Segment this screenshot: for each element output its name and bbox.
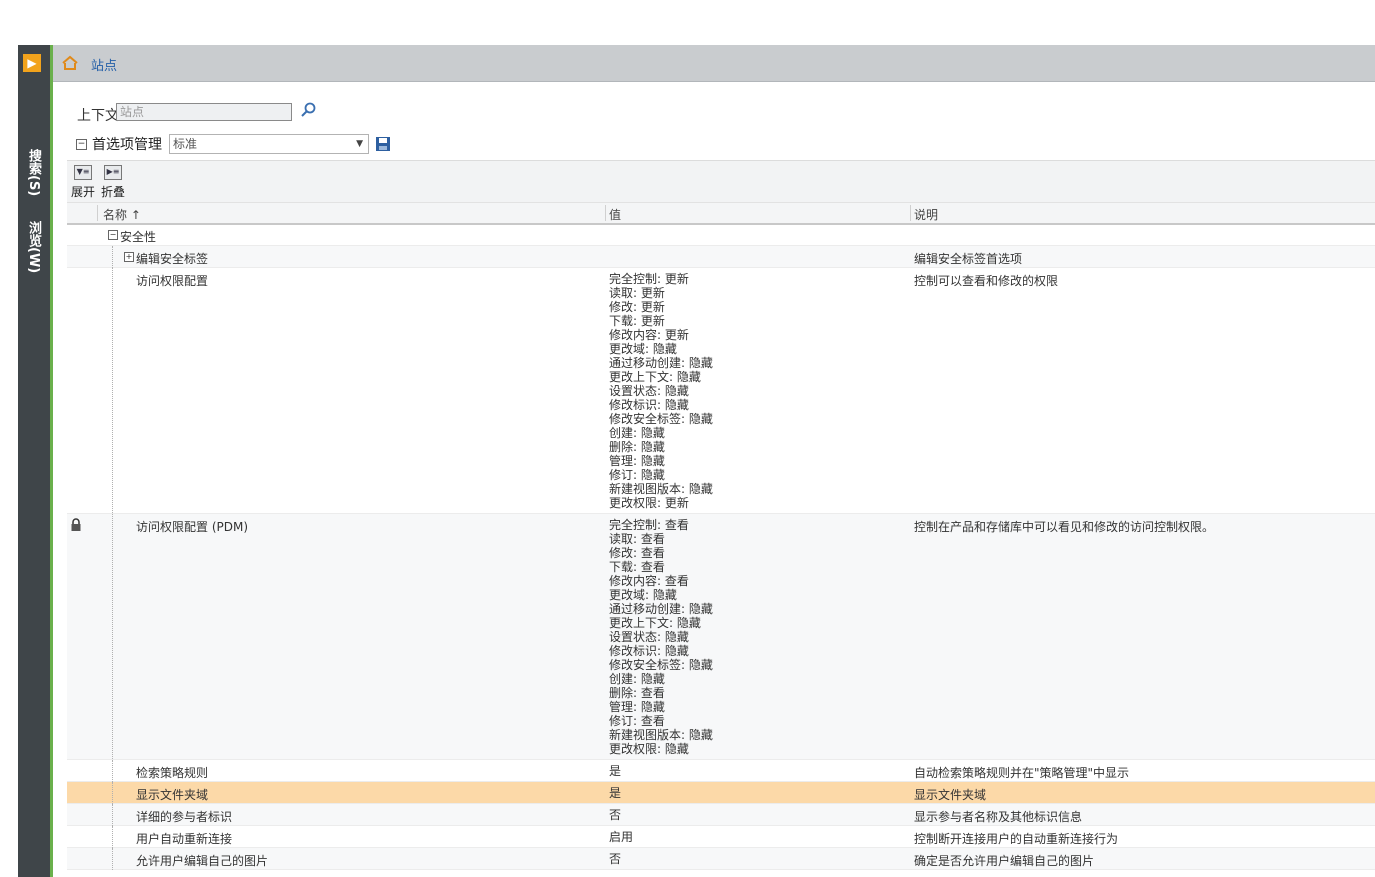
- table-row[interactable]: 详细的参与者标识 否 显示参与者名称及其他标识信息: [67, 804, 1375, 826]
- tree-guide: [112, 782, 114, 804]
- row-description: 自动检索策略规则并在"策略管理"中显示: [914, 766, 1130, 780]
- column-separator: [97, 205, 98, 221]
- preference-tree-grid: − 安全性 + 编辑安全标签 编辑安全标签首选项 访问权限配置 完全控制: 更新…: [67, 224, 1375, 877]
- preference-title: 首选项管理: [92, 137, 162, 153]
- table-row-selected[interactable]: 显示文件夹域 是 显示文件夹域: [67, 782, 1375, 804]
- collapse-button[interactable]: ▶≡ 折叠: [101, 165, 125, 200]
- table-row[interactable]: − 安全性: [67, 224, 1375, 246]
- row-value: 否: [609, 808, 622, 822]
- chevron-down-icon: ▼: [356, 139, 363, 149]
- expand-label: 展开: [71, 185, 96, 199]
- nav-tab-search[interactable]: 搜索(S): [21, 135, 43, 211]
- breadcrumb-site[interactable]: 站点: [91, 55, 117, 74]
- save-icon[interactable]: [375, 136, 391, 152]
- row-description: 控制可以查看和修改的权限: [914, 274, 1059, 288]
- preference-view-value: 标准: [173, 137, 198, 151]
- context-label: 上下文: [77, 108, 119, 124]
- column-header-name[interactable]: 名称 ↑: [103, 206, 141, 223]
- row-value: 是: [609, 764, 622, 778]
- row-name: 编辑安全标签: [136, 252, 209, 266]
- row-value: 是: [609, 786, 622, 800]
- tree-guide: [112, 246, 114, 268]
- row-value: 完全控制: 查看 读取: 查看 修改: 查看 下载: 查看 修改内容: 查看 更…: [609, 518, 713, 756]
- row-value: 完全控制: 更新 读取: 更新 修改: 更新 下载: 更新 修改内容: 更新 更…: [609, 272, 713, 510]
- row-name: 检索策略规则: [136, 766, 209, 780]
- tree-collapse-icon[interactable]: −: [76, 139, 87, 150]
- grid-toolbar: ▼≡ 展开 ▶≡ 折叠: [67, 160, 1375, 203]
- table-row[interactable]: 访问权限配置 完全控制: 更新 读取: 更新 修改: 更新 下载: 更新 修改内…: [67, 268, 1375, 514]
- column-header-value[interactable]: 值: [609, 206, 621, 223]
- column-header-description[interactable]: 说明: [914, 206, 938, 223]
- row-description: 确定是否允许用户编辑自己的图片: [914, 854, 1095, 868]
- column-separator[interactable]: [910, 205, 911, 221]
- search-icon[interactable]: [300, 101, 318, 119]
- column-separator[interactable]: [605, 205, 606, 221]
- tree-guide: [112, 848, 114, 870]
- tree-collapse-icon[interactable]: −: [108, 230, 118, 240]
- context-input[interactable]: 站点: [116, 103, 292, 121]
- row-name: 访问权限配置: [136, 274, 209, 288]
- row-description: 显示文件夹域: [914, 788, 987, 802]
- row-name: 用户自动重新连接: [136, 832, 233, 846]
- table-row[interactable]: 允许用户编辑自己的图片 否 确定是否允许用户编辑自己的图片: [67, 848, 1375, 870]
- tree-guide: [112, 514, 114, 759]
- preference-view-select[interactable]: 标准 ▼: [169, 134, 369, 154]
- table-row[interactable]: 检索策略规则 是 自动检索策略规则并在"策略管理"中显示: [67, 760, 1375, 782]
- table-row[interactable]: 用户自动重新连接 启用 控制断开连接用户的自动重新连接行为: [67, 826, 1375, 848]
- panel-toggle-icon[interactable]: ▶: [23, 54, 41, 72]
- tree-guide: [112, 268, 114, 513]
- tree-expand-icon[interactable]: +: [124, 252, 134, 262]
- collapse-icon: ▶≡: [104, 165, 122, 180]
- page-header: 站点: [53, 45, 1375, 82]
- tree-guide: [112, 804, 114, 826]
- tree-guide: [112, 760, 114, 782]
- preference-manager: 上下文 站点 − 首选项管理 标准 ▼ ▼≡ 展开 ▶≡ 折叠 名称 ↑ 值 说…: [57, 82, 1375, 877]
- row-description: 编辑安全标签首选项: [914, 252, 1023, 266]
- row-name: 安全性: [120, 230, 157, 244]
- nav-tab-browse[interactable]: 浏览(W): [21, 217, 43, 277]
- lock-icon: [71, 518, 81, 531]
- row-value: 启用: [609, 830, 634, 844]
- home-icon[interactable]: [61, 54, 79, 72]
- expand-icon: ▼≡: [74, 165, 92, 180]
- row-name: 访问权限配置 (PDM): [136, 520, 249, 534]
- table-row[interactable]: 访问权限配置 (PDM) 完全控制: 查看 读取: 查看 修改: 查看 下载: …: [67, 514, 1375, 760]
- collapse-label: 折叠: [101, 185, 126, 199]
- tree-guide: [112, 826, 114, 848]
- row-value: 否: [609, 852, 622, 866]
- row-name: 允许用户编辑自己的图片: [136, 854, 269, 868]
- row-description: 控制在产品和存储库中可以看见和修改的访问控制权限。: [914, 520, 1215, 534]
- row-description: 显示参与者名称及其他标识信息: [914, 810, 1083, 824]
- grid-header: 名称 ↑ 值 说明: [67, 202, 1375, 225]
- table-row[interactable]: + 编辑安全标签 编辑安全标签首选项: [67, 246, 1375, 268]
- left-edge: [0, 0, 18, 877]
- row-name: 详细的参与者标识: [136, 810, 233, 824]
- row-description: 控制断开连接用户的自动重新连接行为: [914, 832, 1119, 846]
- expand-button[interactable]: ▼≡ 展开: [71, 165, 95, 200]
- row-name: 显示文件夹域: [136, 788, 209, 802]
- navigator-rail: ▶ 搜索(S) 浏览(W): [18, 45, 53, 877]
